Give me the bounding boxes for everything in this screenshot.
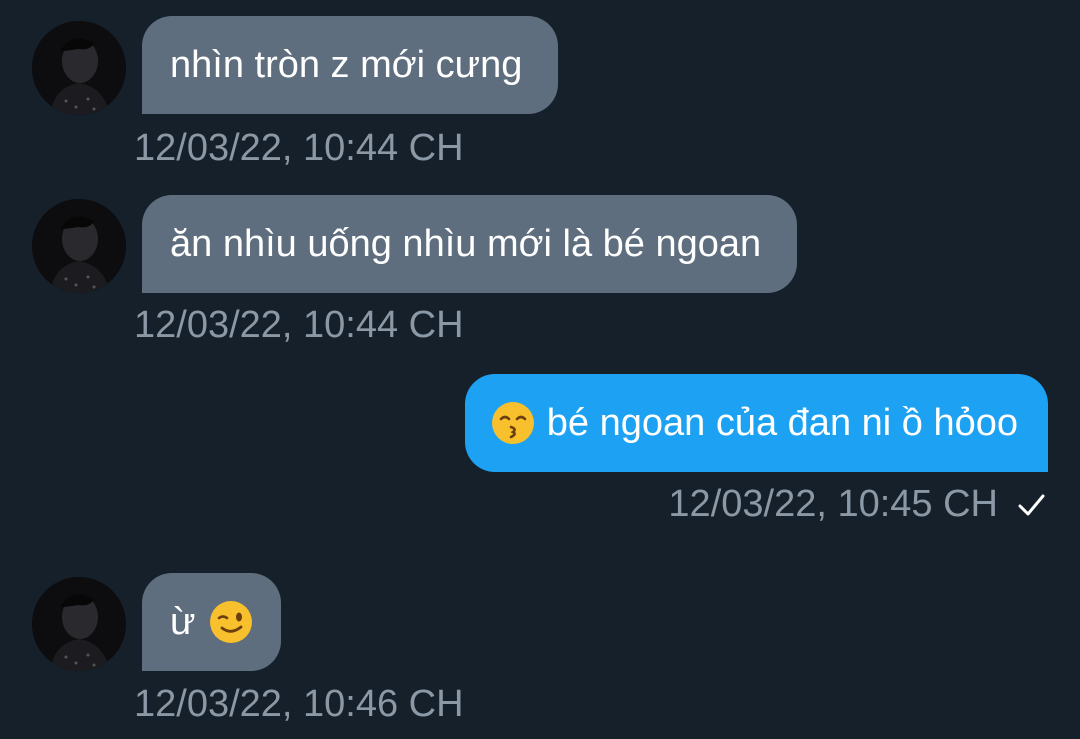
winking-face-emoji-icon <box>209 600 253 644</box>
kissing-face-emoji-icon <box>491 401 535 445</box>
message-timestamp: 12/03/22, 10:44 CH <box>134 304 464 346</box>
incoming-message-bubble[interactable]: ừ <box>142 573 282 671</box>
message-text: nhìn tròn z mới cưng <box>170 43 523 86</box>
sender-avatar[interactable] <box>32 199 126 293</box>
message-timestamp-row: 12/03/22, 10:45 CH <box>668 483 1046 526</box>
message-timestamp: 12/03/22, 10:45 CH <box>668 483 998 525</box>
incoming-message-bubble[interactable]: ăn nhìu uống nhìu mới là bé ngoan <box>142 195 798 293</box>
sender-avatar[interactable] <box>32 21 126 115</box>
message-timestamp: 12/03/22, 10:44 CH <box>134 127 464 169</box>
sender-avatar[interactable] <box>32 577 126 671</box>
message-text: ăn nhìu uống nhìu mới là bé ngoan <box>170 222 762 265</box>
checkmark-icon <box>1016 490 1046 520</box>
message-text: ừ <box>170 600 196 643</box>
message-text: bé ngoan của đan ni ồ hỏoo <box>546 401 1018 444</box>
message-timestamp: 12/03/22, 10:46 CH <box>134 683 464 725</box>
outgoing-message-bubble[interactable]: bé ngoan của đan ni ồ hỏoo <box>464 374 1048 472</box>
incoming-message-bubble[interactable]: nhìn tròn z mới cưng <box>142 16 559 114</box>
